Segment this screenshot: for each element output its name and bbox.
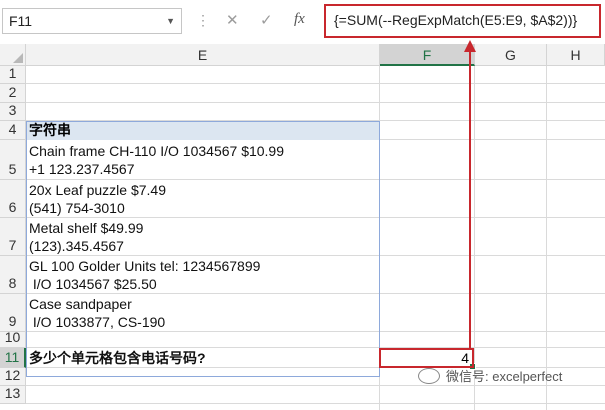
row-label: 13 [4,385,21,401]
gridline [26,331,605,332]
row-header-selected[interactable]: 11 [0,348,26,368]
row-label: 12 [4,367,21,383]
row-label: 7 [8,237,17,253]
row-header[interactable]: 4 [0,121,26,140]
cell-line: Metal shelf $49.99 [29,220,144,236]
row-label: 10 [4,329,21,345]
cell-line: (541) 754-3010 [29,200,125,216]
gridline [26,179,605,180]
result-value: 4 [461,350,469,366]
row-header[interactable]: 6 [0,180,26,218]
column-label: E [197,47,208,63]
column-label: H [570,47,581,63]
row-header[interactable]: 7 [0,218,26,256]
cell-f11-active[interactable]: 4 [379,348,476,370]
row-header[interactable]: 12 [0,367,26,386]
worksheet-grid: E F G H 1 2 3 4 5 6 7 8 9 10 11 12 13 字符… [0,44,605,410]
insert-function-icon[interactable]: fx [294,11,305,28]
watermark: 微信号: excelperfect [418,366,562,385]
formula-text: {=SUM(--RegExpMatch(E5:E9, $A$2))} [334,12,578,28]
row-label: 3 [8,102,17,118]
column-header-f[interactable]: F [380,44,475,66]
row-label: 9 [8,313,17,329]
watermark-text: 微信号: excelperfect [446,369,563,384]
formula-input[interactable]: {=SUM(--RegExpMatch(E5:E9, $A$2))} [324,4,601,38]
chevron-down-icon[interactable]: ▼ [166,9,175,33]
column-header-g[interactable]: G [475,44,547,66]
more-dots-icon: ⋮ [196,12,210,28]
cell-e7[interactable]: Metal shelf $49.99 (123).345.4567 [29,219,143,255]
gridline [26,255,605,256]
gridline [546,66,547,410]
name-box[interactable]: F11 ▼ [2,8,182,34]
cell-line: (123).345.4567 [29,238,124,254]
cell-line: I/O 1033877, CS-190 [29,314,166,330]
row-header[interactable]: 13 [0,385,26,404]
row-header[interactable]: 10 [0,329,26,348]
cell-e4[interactable]: 字符串 [27,121,379,140]
gridline [26,347,605,348]
name-box-value: F11 [9,13,33,29]
row-header[interactable]: 1 [0,65,26,84]
cell-line: I/O 1034567 $25.50 [29,276,157,292]
cell-e6[interactable]: 20x Leaf puzzle $7.49 (541) 754-3010 [29,181,166,217]
question-label: 多少个单元格包含电话号码? [29,350,206,366]
row-label: 4 [8,121,17,137]
cell-e9[interactable]: Case sandpaper I/O 1033877, CS-190 [29,295,165,331]
row-header[interactable]: 8 [0,256,26,294]
cancel-icon[interactable]: ✕ [226,11,239,29]
column-label: F [422,47,432,63]
table-header-text: 字符串 [29,122,71,138]
row-header[interactable]: 3 [0,102,26,121]
enter-icon[interactable]: ✓ [260,11,273,29]
gridline [26,385,605,386]
row-header[interactable]: 2 [0,84,26,103]
row-label: 5 [8,161,17,177]
column-header-e[interactable]: E [26,44,380,66]
gridline [26,293,605,294]
cell-e8[interactable]: GL 100 Golder Units tel: 1234567899 I/O … [29,257,260,293]
row-header[interactable]: 9 [0,294,26,332]
gridline [474,66,475,410]
wechat-icon [418,367,440,384]
cell-line: Chain frame CH-110 I/O 1034567 $10.99 [29,143,285,159]
row-label: 11 [4,349,20,365]
gridline [26,403,605,404]
cell-line: +1 123.237.4567 [29,161,135,177]
row-label: 8 [8,275,17,291]
row-label: 6 [8,199,17,215]
gridline [26,217,605,218]
column-header-h[interactable]: H [547,44,605,66]
select-all-corner[interactable] [0,44,26,66]
formula-bar: F11 ▼ ⋮ ✕ ✓ fx {=SUM(--RegExpMatch(E5:E9… [0,0,605,44]
cell-line: Case sandpaper [29,296,132,312]
column-label: G [505,47,516,63]
row-label: 2 [8,84,17,100]
cell-e5[interactable]: Chain frame CH-110 I/O 1034567 $10.99 +1… [29,142,284,178]
gridline [26,83,605,84]
gridline [26,102,605,103]
cell-e11[interactable]: 多少个单元格包含电话号码? [29,350,206,366]
row-header[interactable]: 5 [0,140,26,180]
row-label: 1 [8,65,17,81]
cell-line: 20x Leaf puzzle $7.49 [29,182,166,198]
cell-line: GL 100 Golder Units tel: 1234567899 [29,258,261,274]
